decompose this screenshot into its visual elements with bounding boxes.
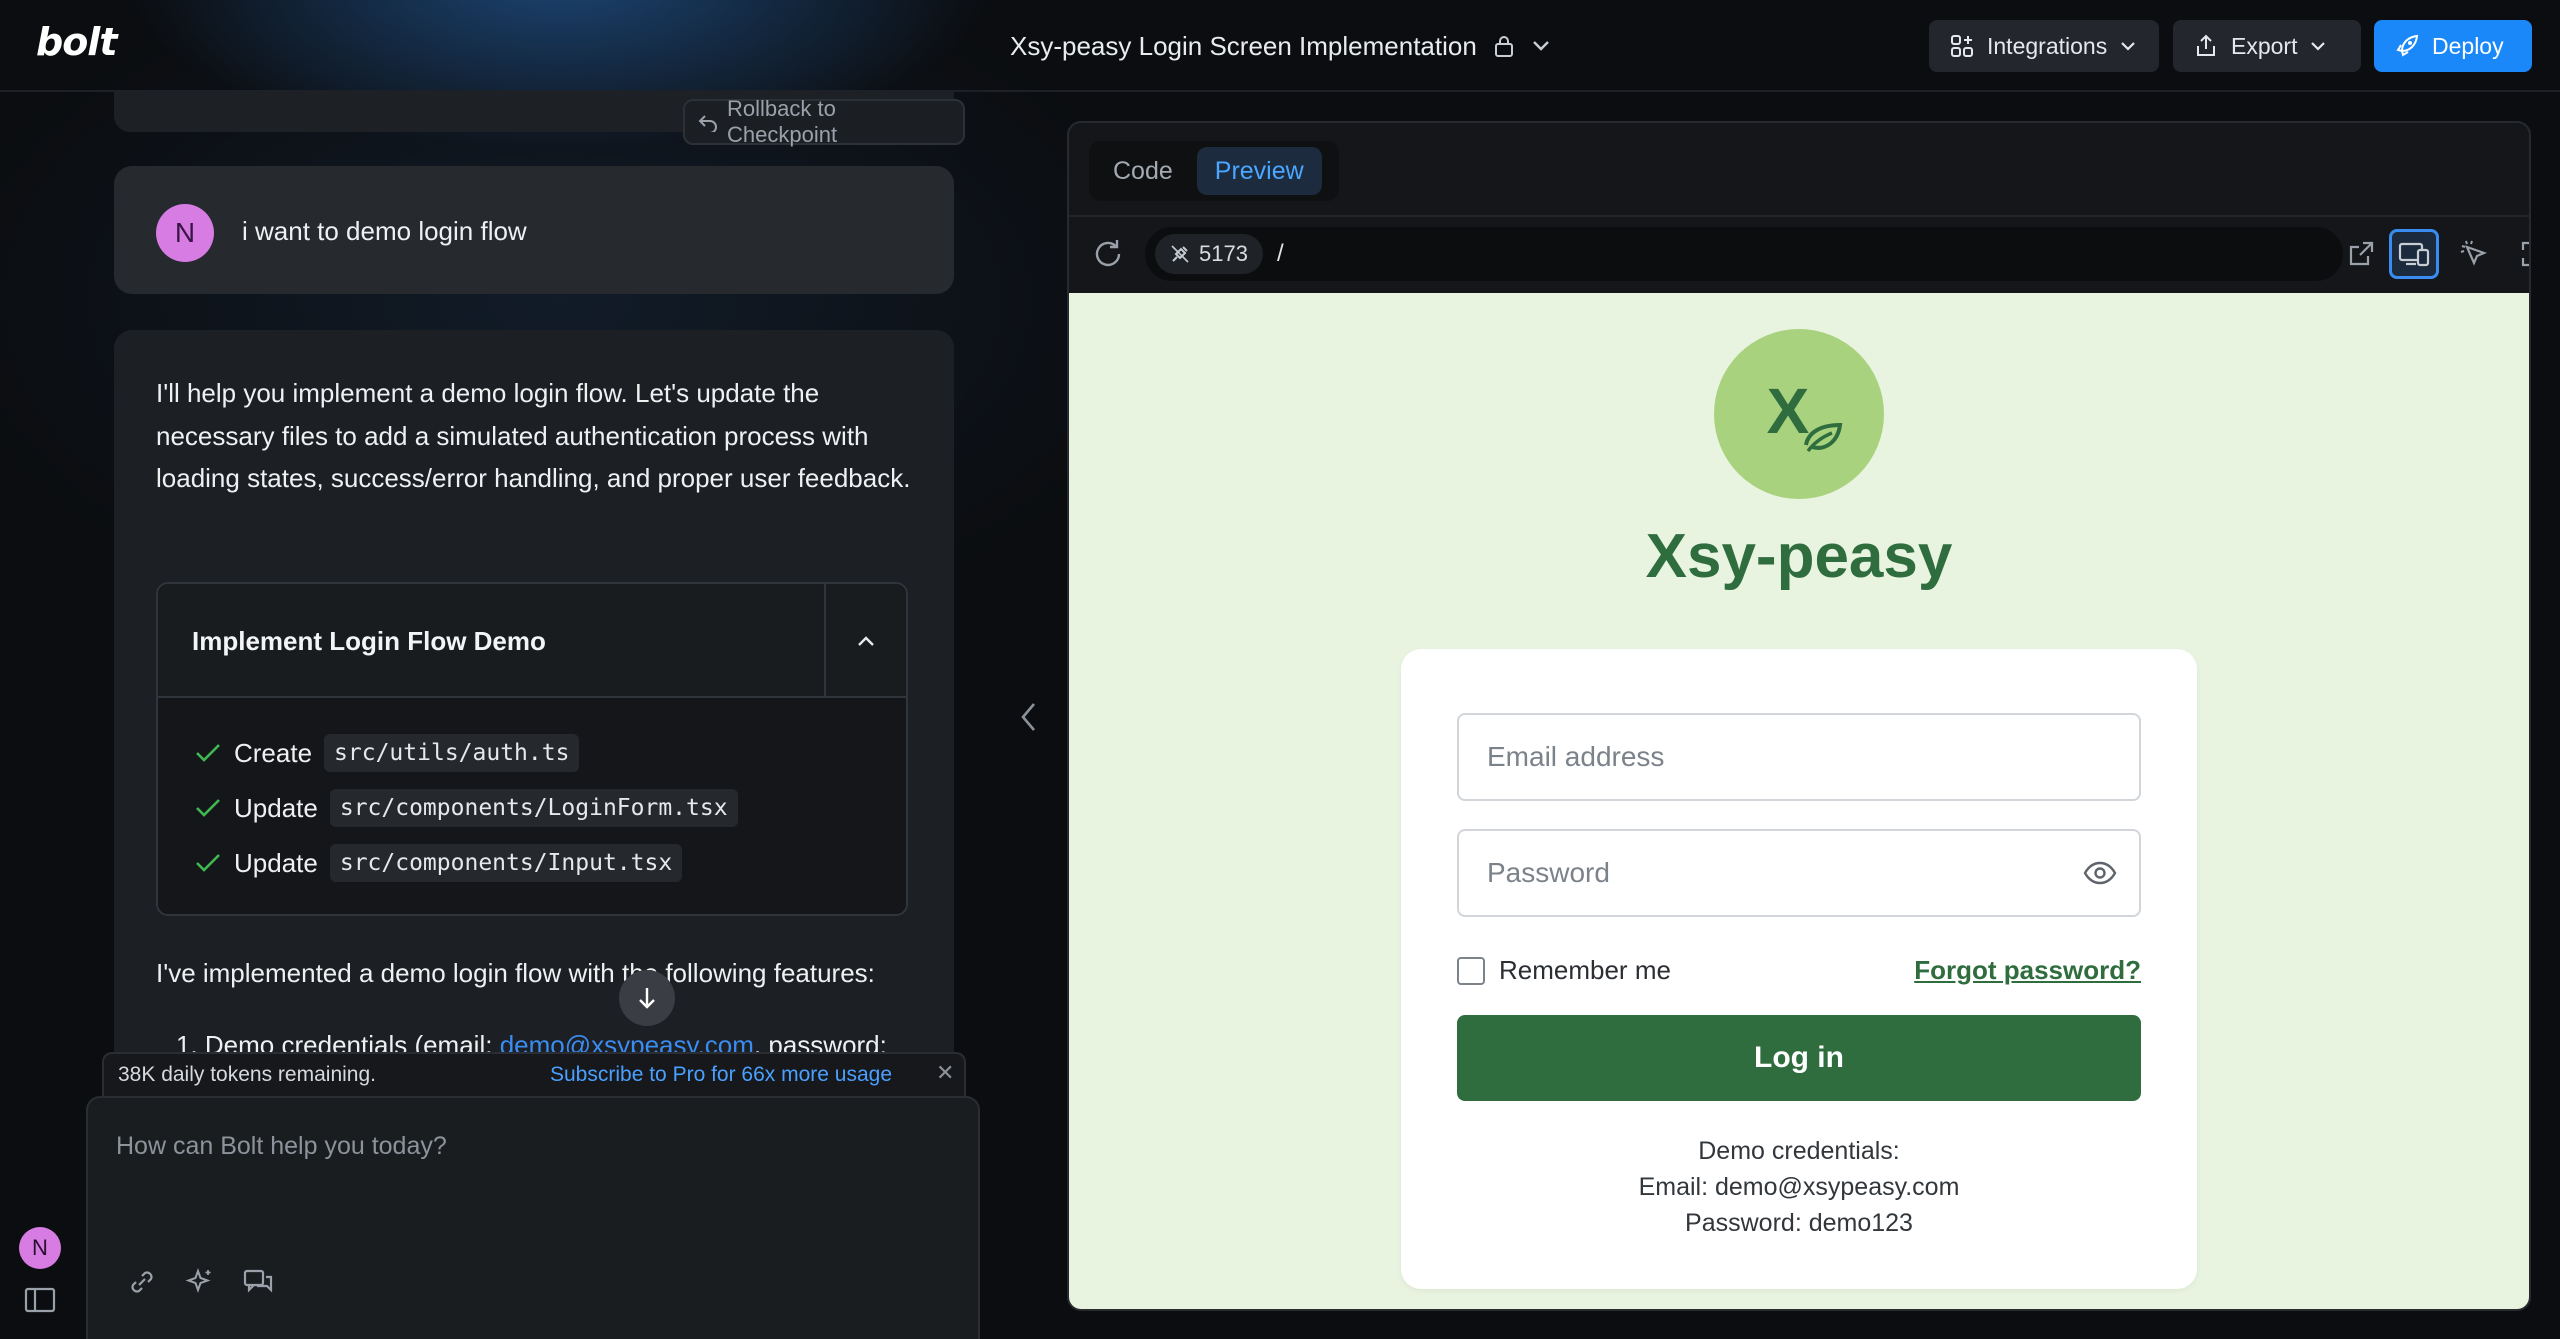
show-password-icon[interactable] bbox=[2083, 859, 2117, 894]
account-avatar[interactable]: N bbox=[19, 1227, 61, 1269]
assistant-intro-text: I'll help you implement a demo login flo… bbox=[156, 378, 911, 493]
step-file: src/components/Input.tsx bbox=[329, 844, 683, 882]
step-file: src/utils/auth.ts bbox=[324, 734, 580, 772]
export-button[interactable]: Export bbox=[2173, 20, 2361, 72]
scroll-to-bottom-button[interactable] bbox=[619, 970, 675, 1026]
arrow-down-icon bbox=[635, 985, 659, 1011]
sparkle-icon[interactable] bbox=[184, 1266, 216, 1298]
chevron-left-icon[interactable] bbox=[1016, 700, 1042, 739]
check-icon bbox=[194, 796, 222, 820]
login-button[interactable]: Log in bbox=[1457, 1015, 2141, 1101]
demo-credentials-password: Password: demo123 bbox=[1685, 1209, 1913, 1237]
rollback-button[interactable]: Rollback to Checkpoint bbox=[683, 96, 965, 147]
integrations-button[interactable]: Integrations bbox=[1929, 20, 2159, 72]
collapse-artifact-button[interactable] bbox=[824, 584, 906, 698]
token-usage-banner: 38K daily tokens remaining. Subscribe to… bbox=[102, 1052, 966, 1096]
url-path: / bbox=[1277, 240, 1284, 267]
device-preview-icon[interactable] bbox=[2389, 229, 2439, 279]
tokens-remaining-text: 38K daily tokens remaining. bbox=[118, 1063, 376, 1086]
chevron-down-icon[interactable] bbox=[1531, 39, 1551, 53]
leaf-icon bbox=[1800, 417, 1848, 462]
step-file: src/components/LoginForm.tsx bbox=[329, 789, 738, 827]
artifact-header[interactable]: Implement Login Flow Demo bbox=[158, 584, 906, 698]
deploy-label: Deploy bbox=[2432, 32, 2504, 59]
chat-composer[interactable]: How can Bolt help you today? bbox=[86, 1096, 980, 1339]
undo-icon bbox=[697, 112, 719, 132]
sidebar-toggle-icon[interactable] bbox=[24, 1286, 56, 1319]
user-message: N i want to demo login flow bbox=[114, 166, 954, 294]
artifact-title: Implement Login Flow Demo bbox=[192, 626, 546, 656]
reload-icon[interactable] bbox=[1091, 237, 1125, 276]
email-placeholder: Email address bbox=[1487, 741, 1665, 772]
login-card: Email address Password Remember me Forgo… bbox=[1401, 649, 2197, 1289]
assistant-summary-text: I've implemented a demo login flow with … bbox=[156, 958, 875, 988]
demo-credentials-email: Email: demo@xsypeasy.com bbox=[1638, 1173, 1960, 1201]
avatar: N bbox=[156, 204, 214, 262]
chevron-up-icon bbox=[855, 634, 877, 648]
share-icon bbox=[2193, 33, 2219, 59]
check-icon bbox=[194, 851, 222, 875]
divider bbox=[1069, 215, 2529, 217]
artifact-card: Implement Login Flow Demo Create src/uti… bbox=[156, 582, 908, 916]
port-selector[interactable]: 5173 bbox=[1155, 234, 1263, 274]
tab-code[interactable]: Code bbox=[1095, 147, 1191, 195]
link-icon[interactable] bbox=[126, 1266, 158, 1298]
integrations-icon bbox=[1949, 33, 1975, 59]
tab-preview[interactable]: Preview bbox=[1196, 147, 1322, 195]
view-tabs: Code Preview bbox=[1089, 141, 1339, 201]
brand-logo: X bbox=[1714, 329, 1884, 499]
step-action: Update bbox=[234, 847, 318, 878]
forgot-password-link[interactable]: Forgot password? bbox=[1914, 955, 2141, 986]
project-title-group[interactable]: Xsy-peasy Login Screen Implementation bbox=[1010, 26, 1551, 66]
rocket-icon bbox=[2394, 33, 2420, 59]
port-number: 5173 bbox=[1199, 241, 1248, 266]
close-icon[interactable]: ✕ bbox=[936, 1060, 954, 1086]
remember-me[interactable]: Remember me bbox=[1457, 955, 1671, 986]
project-title: Xsy-peasy Login Screen Implementation bbox=[1010, 30, 1477, 61]
workbench-panel: Code Preview 5173 / X Xsy-peasy Email ad… bbox=[1067, 121, 2531, 1311]
remember-me-checkbox[interactable] bbox=[1457, 956, 1485, 985]
top-bar: bolt Xsy-peasy Login Screen Implementati… bbox=[0, 0, 2560, 92]
remember-me-label: Remember me bbox=[1499, 955, 1671, 985]
artifact-step: Update src/components/Input.tsx bbox=[194, 844, 683, 882]
subscribe-pro-link[interactable]: Subscribe to Pro for 66x more usage bbox=[550, 1063, 892, 1087]
demo-credentials-heading: Demo credentials: bbox=[1698, 1137, 1900, 1165]
fullscreen-icon[interactable] bbox=[2509, 229, 2529, 279]
composer-tools bbox=[126, 1266, 274, 1298]
deploy-button[interactable]: Deploy bbox=[2374, 20, 2532, 72]
assistant-message: I'll help you implement a demo login flo… bbox=[114, 330, 954, 1090]
password-field[interactable]: Password bbox=[1457, 829, 2141, 917]
artifact-step: Create src/utils/auth.ts bbox=[194, 734, 580, 772]
integrations-label: Integrations bbox=[1987, 32, 2108, 59]
element-inspector-icon[interactable] bbox=[2449, 229, 2499, 279]
lock-icon bbox=[1493, 34, 1515, 58]
chevron-down-icon bbox=[2309, 40, 2327, 52]
step-action: Create bbox=[234, 737, 313, 768]
preview-viewport: X Xsy-peasy Email address Password Remem… bbox=[1069, 293, 2529, 1309]
bolt-logo[interactable]: bolt bbox=[36, 20, 117, 64]
user-message-text: i want to demo login flow bbox=[242, 216, 527, 246]
export-label: Export bbox=[2231, 32, 2298, 59]
plug-icon bbox=[1169, 243, 1191, 265]
chevron-down-icon bbox=[2119, 40, 2137, 52]
step-action: Update bbox=[234, 792, 318, 823]
password-placeholder: Password bbox=[1487, 857, 1610, 888]
preview-address-bar[interactable]: 5173 / bbox=[1145, 227, 2343, 281]
check-icon bbox=[194, 741, 222, 765]
brand-name: Xsy-peasy bbox=[1645, 522, 1953, 591]
rollback-label: Rollback to Checkpoint bbox=[727, 96, 838, 147]
discuss-icon[interactable] bbox=[242, 1266, 274, 1298]
open-in-new-tab-icon[interactable] bbox=[2336, 229, 2386, 279]
composer-placeholder: How can Bolt help you today? bbox=[116, 1132, 447, 1160]
artifact-step: Update src/components/LoginForm.tsx bbox=[194, 789, 738, 827]
email-field[interactable]: Email address bbox=[1457, 713, 2141, 801]
